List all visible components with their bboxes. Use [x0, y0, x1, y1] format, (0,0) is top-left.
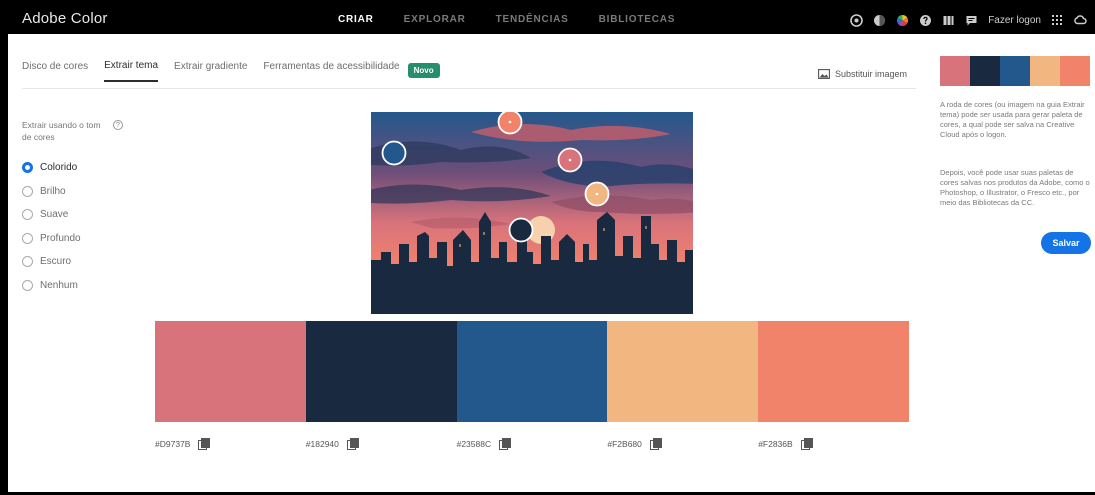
mood-label: Profundo	[40, 232, 81, 244]
radio-button[interactable]	[22, 256, 33, 268]
app-title[interactable]: Adobe Color	[22, 10, 108, 27]
header-tools: Fazer logon	[840, 6, 1087, 34]
mood-label: Escuro	[40, 256, 72, 268]
mode-tabs: Disco de cores Extrair tema Extrair grad…	[22, 58, 440, 88]
swatch-4[interactable]	[607, 321, 759, 422]
main-panel: Disco de cores Extrair tema Extrair grad…	[8, 34, 1095, 492]
hex-value[interactable]: #182940	[306, 439, 339, 449]
tab-color-wheel[interactable]: Disco de cores	[22, 58, 88, 82]
source-image	[371, 112, 693, 314]
library-icon[interactable]	[941, 13, 955, 27]
radio-button[interactable]	[22, 209, 33, 221]
tab-accessibility-tools[interactable]: Ferramentas de acessibilidade	[263, 58, 399, 82]
creative-cloud-icon[interactable]	[1073, 13, 1087, 27]
side-info-text-1: A roda de cores (ou imagem na guia Extra…	[940, 100, 1085, 139]
mood-dark[interactable]: Escuro	[22, 250, 81, 274]
swatch-5[interactable]	[758, 321, 909, 422]
hex-value[interactable]: #F2836B	[758, 439, 793, 449]
hex-codes: #D9737B #182940 #23588C #F2B680 #F2836B	[155, 438, 909, 450]
hex-item-3: #23588C	[457, 438, 608, 450]
hex-value[interactable]: #D9737B	[155, 439, 190, 449]
hex-value[interactable]: #F2B680	[607, 439, 642, 449]
drop-icon[interactable]	[872, 13, 886, 27]
mood-colorful[interactable]: Colorido	[22, 156, 81, 180]
replace-image-label: Substituir imagem	[835, 69, 908, 79]
mood-label: Suave	[40, 209, 69, 221]
mood-radio-group: Colorido Brilho Suave Profundo Escuro Ne…	[22, 156, 81, 297]
hex-item-1: #D9737B	[155, 438, 306, 450]
radio-button[interactable]	[22, 185, 33, 197]
swatch-1[interactable]	[155, 321, 306, 422]
main-nav: CRIAR EXPLORAR TENDÊNCIAS BIBLIOTECAS	[338, 6, 705, 34]
hex-item-5: #F2836B	[758, 438, 909, 450]
mood-muted[interactable]: Suave	[22, 203, 81, 227]
login-link[interactable]: Fazer logon	[988, 15, 1041, 26]
top-bar: Adobe Color CRIAR EXPLORAR TENDÊNCIAS BI…	[8, 6, 1095, 34]
nav-tendencias[interactable]: TENDÊNCIAS	[496, 6, 569, 34]
copy-icon[interactable]	[649, 438, 662, 450]
copy-icon[interactable]	[800, 438, 813, 450]
radio-button[interactable]	[22, 232, 33, 244]
palette-swatches	[155, 321, 909, 422]
nav-explorar[interactable]: EXPLORAR	[404, 6, 466, 34]
radio-button[interactable]	[22, 279, 33, 291]
copy-icon[interactable]	[346, 438, 359, 450]
new-badge: Novo	[407, 63, 440, 78]
color-wheel-icon[interactable]	[895, 13, 909, 27]
side-info-text-2: Depois, você pode usar suas paletas de c…	[940, 168, 1090, 207]
hex-value[interactable]: #23588C	[457, 439, 492, 449]
copy-icon[interactable]	[499, 438, 512, 450]
mood-label: Colorido	[40, 162, 78, 174]
tabs-divider	[22, 88, 916, 89]
tab-extract-gradient[interactable]: Extrair gradiente	[174, 58, 247, 82]
extract-mood-label: Extrair usando o tom de cores	[22, 120, 101, 142]
help-icon-small[interactable]: ?	[113, 120, 123, 130]
mood-bright[interactable]: Brilho	[22, 180, 81, 204]
nav-bibliotecas[interactable]: BIBLIOTECAS	[599, 6, 676, 34]
picker-marker-5	[508, 217, 534, 243]
mood-label: Brilho	[40, 185, 66, 197]
preview-swatch-2	[970, 56, 1000, 86]
mood-label: Nenhum	[40, 279, 78, 291]
radio-button[interactable]	[22, 162, 33, 174]
chat-icon[interactable]	[964, 13, 978, 27]
picker-marker-1	[381, 140, 407, 166]
hex-item-2: #182940	[306, 438, 457, 450]
preview-swatch-3	[1000, 56, 1030, 86]
accessibility-icon[interactable]	[849, 13, 863, 27]
save-button[interactable]: Salvar	[1041, 232, 1091, 254]
nav-criar[interactable]: CRIAR	[338, 6, 374, 34]
preview-swatch-5	[1060, 56, 1090, 86]
mood-deep[interactable]: Profundo	[22, 227, 81, 251]
tab-extract-theme[interactable]: Extrair tema	[104, 58, 159, 82]
help-icon[interactable]	[918, 13, 932, 27]
preview-swatch-4	[1030, 56, 1060, 86]
mood-none[interactable]: Nenhum	[22, 274, 81, 298]
swatch-2[interactable]	[305, 321, 457, 422]
preview-swatch-1	[940, 56, 970, 86]
hex-item-4: #F2B680	[607, 438, 758, 450]
copy-icon[interactable]	[198, 438, 211, 450]
app-grid-icon[interactable]	[1050, 13, 1064, 27]
replace-image-button[interactable]: Substituir imagem	[818, 69, 907, 79]
swatch-3[interactable]	[456, 321, 608, 422]
image-icon	[818, 69, 830, 79]
palette-preview	[940, 56, 1090, 86]
